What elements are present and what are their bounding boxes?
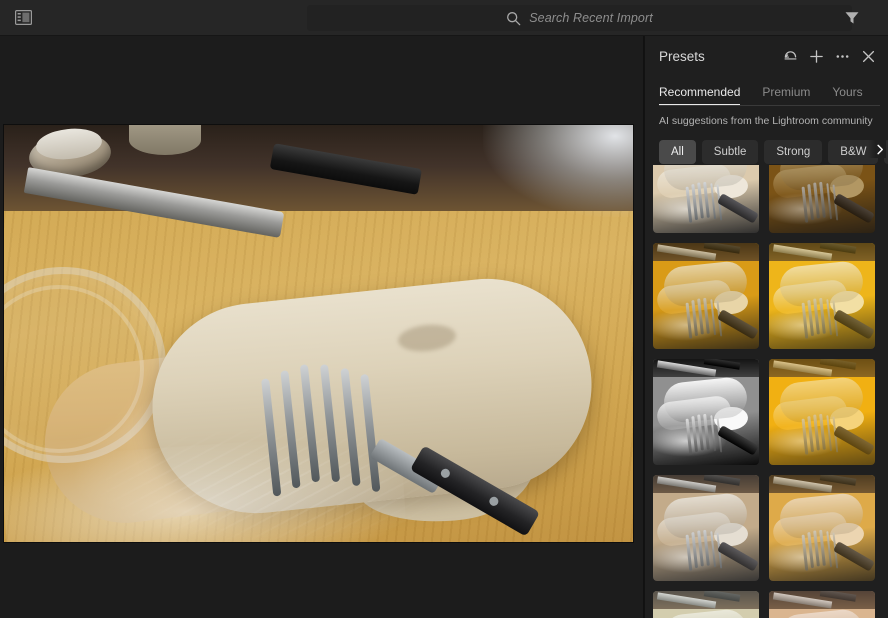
preset-preview <box>653 165 759 233</box>
presets-subtitle: AI suggestions from the Lightroom commun… <box>645 106 888 127</box>
preset-preview <box>769 243 875 349</box>
preset-thumbnail[interactable] <box>769 359 875 465</box>
search-placeholder: Search Recent Import <box>529 11 653 25</box>
chip-subtle[interactable]: Subtle <box>702 140 759 164</box>
tab-recommended[interactable]: Recommended <box>659 85 740 106</box>
undo-icon[interactable] <box>783 49 798 64</box>
filter-funnel-glyph <box>844 10 860 26</box>
lightroom-window: Search Recent Import <box>0 0 888 618</box>
presets-tabs: Recommended Premium Yours <box>645 76 888 106</box>
preset-thumbnail[interactable] <box>653 591 759 618</box>
preset-thumbnail[interactable] <box>769 591 875 618</box>
preset-preview <box>769 591 875 618</box>
preset-preview <box>653 243 759 349</box>
presets-panel-header: Presets <box>645 36 888 76</box>
preset-preview <box>769 475 875 581</box>
chevron-right-icon[interactable] <box>868 140 886 158</box>
more-options-icon[interactable] <box>835 49 850 64</box>
preset-preview <box>769 165 875 233</box>
search-icon <box>506 11 521 26</box>
preset-thumbnail[interactable] <box>653 475 759 581</box>
tabs-underline <box>659 105 880 106</box>
preset-thumbnail[interactable] <box>653 359 759 465</box>
preset-preview <box>653 591 759 618</box>
rolling-pin-dough-photo[interactable] <box>4 125 633 542</box>
spatula-head <box>260 357 384 488</box>
chevron-right-glyph <box>874 143 886 156</box>
presets-header-actions <box>783 49 876 64</box>
preset-thumbnail[interactable] <box>769 243 875 349</box>
panel-layout-icon-glyph <box>15 10 32 25</box>
preset-thumbnail[interactable] <box>769 475 875 581</box>
chip-all[interactable]: All <box>659 140 696 164</box>
jar-background <box>129 125 201 155</box>
filter-funnel-icon[interactable] <box>844 10 860 26</box>
search-input[interactable]: Search Recent Import <box>307 5 852 31</box>
page-title: Presets <box>659 49 783 64</box>
preset-filter-chips: All Subtle Strong B&W Co <box>645 127 888 167</box>
chip-strong[interactable]: Strong <box>764 140 822 164</box>
preset-thumbnail[interactable] <box>653 243 759 349</box>
presets-panel: Presets <box>644 36 888 618</box>
panel-layout-icon[interactable] <box>0 0 46 36</box>
tab-yours[interactable]: Yours <box>832 85 862 106</box>
window-light <box>483 125 633 217</box>
top-toolbar: Search Recent Import <box>0 0 888 36</box>
preset-thumbnail-grid[interactable] <box>645 165 888 618</box>
preset-preview <box>769 359 875 465</box>
preset-preview <box>653 359 759 465</box>
tab-premium[interactable]: Premium <box>762 85 810 106</box>
preset-preview <box>653 475 759 581</box>
photo-stage <box>0 36 644 618</box>
add-preset-icon[interactable] <box>809 49 824 64</box>
close-panel-icon[interactable] <box>861 49 876 64</box>
preset-thumbnail[interactable] <box>769 165 875 233</box>
preset-thumbnail[interactable] <box>653 165 759 233</box>
